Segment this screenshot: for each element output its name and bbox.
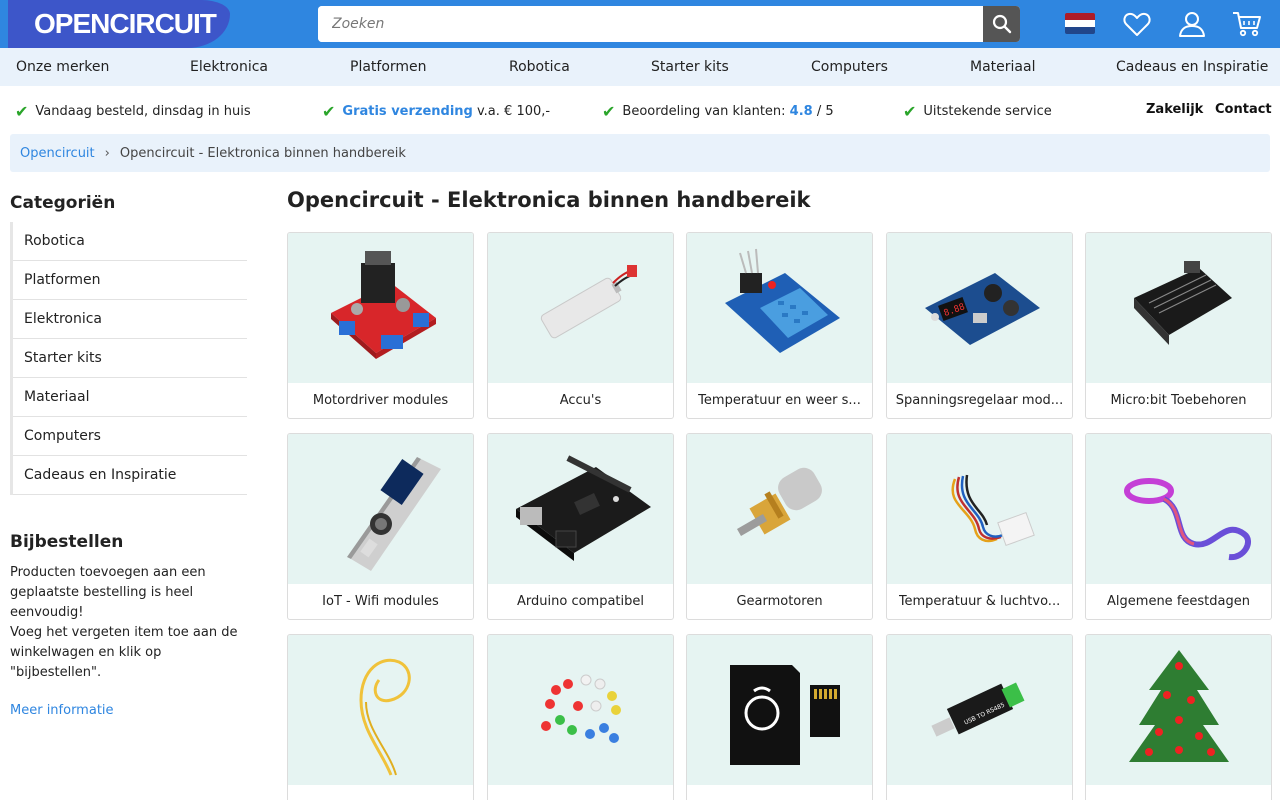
- category-card[interactable]: 8.88 Spanningsregelaar mod...: [886, 232, 1073, 419]
- page-title: Opencircuit - Elektronica binnen handber…: [287, 188, 811, 212]
- search-button[interactable]: [983, 6, 1020, 42]
- breadcrumb: Opencircuit › Opencircuit - Elektronica …: [10, 134, 1270, 172]
- voltage-regulator-icon: 8.88: [887, 233, 1072, 383]
- wire-icon: [288, 635, 473, 785]
- nav-item-materiaal[interactable]: Materiaal: [970, 59, 1035, 75]
- top-header: OPENCIRCUIT: [0, 0, 1280, 48]
- wishlist-heart-icon[interactable]: [1121, 8, 1153, 40]
- sidebar-item-elektronica[interactable]: Elektronica: [13, 300, 247, 339]
- christmas-tree-icon: [1086, 635, 1271, 785]
- category-list: Robotica Platformen Elektronica Starter …: [10, 222, 247, 495]
- search-input[interactable]: [318, 6, 984, 42]
- category-card[interactable]: Arduino compatibel: [487, 433, 674, 620]
- logo-container[interactable]: OPENCIRCUIT: [8, 0, 230, 48]
- breadcrumb-home-link[interactable]: Opencircuit: [20, 146, 95, 161]
- nav-item-onze-merken[interactable]: Onze merken: [16, 59, 109, 75]
- usb-adapter-icon: USB TO RS485: [887, 635, 1072, 785]
- main-nav: Onze merken Elektronica Platformen Robot…: [0, 48, 1280, 86]
- led-assortment-icon: [488, 635, 673, 785]
- usp-shipping: ✔ Gratis verzending v.a. € 100,-: [322, 102, 551, 121]
- nav-item-robotica[interactable]: Robotica: [509, 59, 570, 75]
- sidebar-item-robotica[interactable]: Robotica: [13, 222, 247, 261]
- sidebar-item-starter-kits[interactable]: Starter kits: [13, 339, 247, 378]
- category-card[interactable]: Temperatuur & luchtvo...: [886, 433, 1073, 620]
- nav-item-platformen[interactable]: Platformen: [350, 59, 427, 75]
- temperature-sensor-icon: [687, 233, 872, 383]
- category-card[interactable]: IoT - Wifi modules: [287, 433, 474, 620]
- language-flag-icon[interactable]: [1065, 13, 1095, 34]
- sidebar-item-materiaal[interactable]: Materiaal: [13, 378, 247, 417]
- breadcrumb-current: Opencircuit - Elektronica binnen handber…: [119, 145, 406, 161]
- search-bar: [318, 6, 1020, 42]
- category-card[interactable]: USB TO RS485: [886, 634, 1073, 800]
- checkmark-icon: ✔: [903, 102, 917, 121]
- category-card[interactable]: Accu's: [487, 232, 674, 419]
- free-shipping-link[interactable]: Gratis verzending: [342, 104, 472, 119]
- category-card[interactable]: Temperatuur en weer s...: [686, 232, 873, 419]
- gear-motor-icon: [687, 434, 872, 584]
- usp-delivery: ✔ Vandaag besteld, dinsdag in huis: [15, 102, 251, 121]
- nav-item-elektronica[interactable]: Elektronica: [190, 59, 268, 75]
- microbit-connector-icon: [1086, 233, 1271, 383]
- reorder-text: Producten toevoegen aan een geplaatste b…: [10, 565, 238, 680]
- category-card[interactable]: Micro:bit Toebehoren: [1085, 232, 1272, 419]
- sidebar-title: Categoriën: [10, 193, 116, 213]
- rating-score: 4.8: [789, 104, 813, 119]
- humidity-sensor-icon: [887, 434, 1072, 584]
- checkmark-icon: ✔: [322, 102, 336, 121]
- search-icon: [992, 14, 1011, 34]
- lipo-battery-icon: [488, 233, 673, 383]
- led-strip-icon: [1086, 434, 1271, 584]
- sidebar-item-platformen[interactable]: Platformen: [13, 261, 247, 300]
- nav-item-cadeaus[interactable]: Cadeaus en Inspiratie: [1116, 59, 1268, 75]
- usp-rating: ✔ Beoordeling van klanten: 4.8 / 5: [602, 102, 834, 121]
- contact-link[interactable]: Contact: [1215, 102, 1272, 117]
- sidebar-item-computers[interactable]: Computers: [13, 417, 247, 456]
- logo[interactable]: OPENCIRCUIT: [34, 8, 217, 40]
- checkmark-icon: ✔: [602, 102, 616, 121]
- reorder-title: Bijbestellen: [10, 532, 124, 552]
- motor-driver-board-icon: [288, 233, 473, 383]
- shopping-cart-icon[interactable]: [1231, 8, 1263, 40]
- business-link[interactable]: Zakelijk: [1146, 102, 1203, 117]
- sidebar-item-cadeaus[interactable]: Cadeaus en Inspiratie: [13, 456, 247, 495]
- breadcrumb-separator: ›: [104, 145, 110, 161]
- nav-item-starter-kits[interactable]: Starter kits: [651, 59, 729, 75]
- arduino-board-icon: [488, 434, 673, 584]
- category-card[interactable]: Algemene feestdagen: [1085, 433, 1272, 620]
- iot-board-icon: [288, 434, 473, 584]
- category-card[interactable]: [686, 634, 873, 800]
- more-info-link[interactable]: Meer informatie: [10, 703, 114, 718]
- checkmark-icon: ✔: [15, 102, 29, 121]
- category-card[interactable]: Motordriver modules: [287, 232, 474, 419]
- category-card[interactable]: [487, 634, 674, 800]
- nav-item-computers[interactable]: Computers: [811, 59, 888, 75]
- category-card[interactable]: [1085, 634, 1272, 800]
- usp-service: ✔ Uitstekende service: [903, 102, 1052, 121]
- category-card[interactable]: Gearmotoren: [686, 433, 873, 620]
- category-card[interactable]: [287, 634, 474, 800]
- account-user-icon[interactable]: [1176, 8, 1208, 40]
- sd-card-icon: [687, 635, 872, 785]
